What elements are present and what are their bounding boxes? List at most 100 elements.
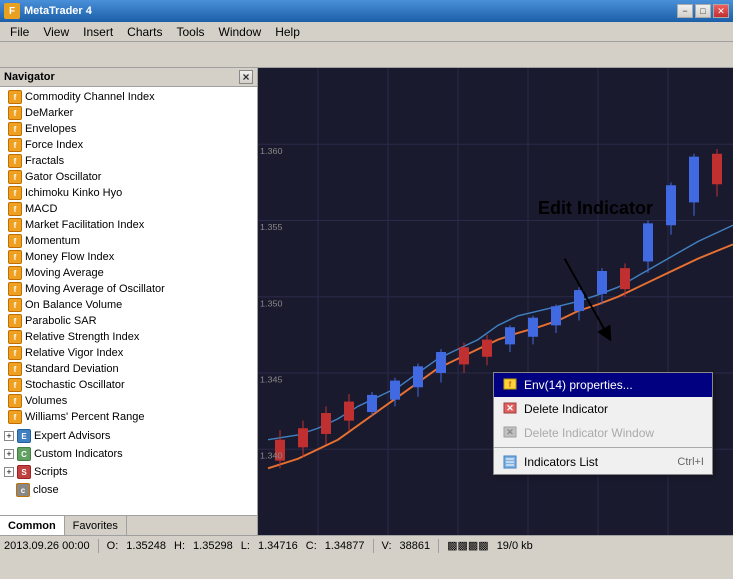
custom-icon: C (17, 447, 31, 461)
list-item[interactable]: f On Balance Volume (0, 297, 257, 313)
list-item[interactable]: f Momentum (0, 233, 257, 249)
indicators-list-label: Indicators List (524, 455, 598, 469)
properties-label: Env(14) properties... (524, 378, 633, 392)
status-volume-label: V: (382, 540, 392, 552)
list-item[interactable]: f Stochastic Oscillator (0, 377, 257, 393)
list-item[interactable]: f DeMarker (0, 105, 257, 121)
indicator-label: Ichimoku Kinko Hyo (25, 187, 122, 199)
menu-charts[interactable]: Charts (121, 24, 168, 40)
expand-icon: + (4, 431, 14, 441)
indicator-label: MACD (25, 203, 57, 215)
menu-file[interactable]: File (4, 24, 35, 40)
indicator-label: Relative Strength Index (25, 331, 139, 343)
indicator-label: Volumes (25, 395, 67, 407)
status-divider (98, 539, 99, 553)
status-date: 2013.09.26 00:00 (4, 540, 90, 552)
indicator-label: Commodity Channel Index (25, 91, 155, 103)
list-item[interactable]: f Market Facilitation Index (0, 217, 257, 233)
list-item[interactable]: f Force Index (0, 137, 257, 153)
custom-indicators-label: Custom Indicators (34, 448, 123, 460)
indicator-label: Envelopes (25, 123, 76, 135)
indicator-icon: f (8, 218, 22, 232)
title-bar-controls: − □ ✕ (677, 4, 729, 18)
menu-help[interactable]: Help (269, 24, 306, 40)
svg-text:1.355: 1.355 (260, 222, 283, 232)
svg-text:1.360: 1.360 (260, 146, 283, 156)
indicator-icon: f (8, 298, 22, 312)
list-item[interactable]: f Moving Average of Oscillator (0, 281, 257, 297)
minimize-button[interactable]: − (677, 4, 693, 18)
indicator-icon: f (8, 346, 22, 360)
chart-area[interactable]: 1.360 1.355 1.350 1.345 1.340 Edit Indic… (258, 68, 733, 535)
svg-text:✕: ✕ (506, 427, 514, 437)
indicator-label: Williams' Percent Range (25, 411, 144, 423)
close-section[interactable]: c close (0, 481, 257, 499)
list-item[interactable]: f Relative Strength Index (0, 329, 257, 345)
properties-icon: f (502, 377, 518, 393)
list-item[interactable]: f Ichimoku Kinko Hyo (0, 185, 257, 201)
expand-icon: + (4, 449, 14, 459)
list-item[interactable]: f Gator Oscillator (0, 169, 257, 185)
tab-favorites[interactable]: Favorites (65, 516, 127, 535)
close-icon: c (16, 483, 30, 497)
indicator-icon: f (8, 186, 22, 200)
indicators-list-icon (502, 454, 518, 470)
list-item[interactable]: f Fractals (0, 153, 257, 169)
maximize-button[interactable]: □ (695, 4, 711, 18)
context-menu-delete-indicator[interactable]: ✕ Delete Indicator (494, 397, 712, 421)
navigator-close-button[interactable]: × (239, 70, 253, 84)
svg-text:✕: ✕ (506, 403, 514, 413)
navigator-content[interactable]: f Commodity Channel Index f DeMarker f E… (0, 87, 257, 515)
indicator-label: Fractals (25, 155, 64, 167)
expert-advisors-section[interactable]: + E Expert Advisors (0, 427, 257, 445)
menu-view[interactable]: View (37, 24, 75, 40)
context-menu-separator (494, 447, 712, 448)
indicator-icon: f (8, 170, 22, 184)
status-high-val: 1.35298 (193, 540, 233, 552)
list-item[interactable]: f Relative Vigor Index (0, 345, 257, 361)
list-item[interactable]: f Money Flow Index (0, 249, 257, 265)
indicator-label: On Balance Volume (25, 299, 122, 311)
indicator-icon: f (8, 330, 22, 344)
indicator-icon: f (8, 314, 22, 328)
menu-window[interactable]: Window (213, 24, 268, 40)
list-item[interactable]: f Moving Average (0, 265, 257, 281)
status-high-label: H: (174, 540, 185, 552)
expand-icon: + (4, 467, 14, 477)
main-layout: Navigator × f Commodity Channel Index f … (0, 68, 733, 535)
status-volume-val: 38861 (400, 540, 431, 552)
menu-tools[interactable]: Tools (171, 24, 211, 40)
list-item[interactable]: f MACD (0, 201, 257, 217)
title-bar: F MetaTrader 4 − □ ✕ (0, 0, 733, 22)
status-bar: 2013.09.26 00:00 O: 1.35248 H: 1.35298 L… (0, 535, 733, 555)
menu-insert[interactable]: Insert (77, 24, 119, 40)
app-icon: F (4, 3, 20, 19)
list-item[interactable]: f Volumes (0, 393, 257, 409)
list-item[interactable]: f Standard Deviation (0, 361, 257, 377)
list-item[interactable]: f Commodity Channel Index (0, 89, 257, 105)
indicator-icon: f (8, 234, 22, 248)
close-button[interactable]: ✕ (713, 4, 729, 18)
scripts-label: Scripts (34, 466, 68, 478)
close-label: close (33, 484, 59, 496)
indicator-icon: f (8, 266, 22, 280)
list-item[interactable]: f Williams' Percent Range (0, 409, 257, 425)
indicator-label: Momentum (25, 235, 80, 247)
status-close-val: 1.34877 (325, 540, 365, 552)
indicator-label: Gator Oscillator (25, 171, 101, 183)
list-item[interactable]: f Parabolic SAR (0, 313, 257, 329)
context-menu: f Env(14) properties... ✕ Delete Indicat… (493, 372, 713, 475)
indicator-icon: f (8, 282, 22, 296)
tab-common[interactable]: Common (0, 516, 65, 535)
custom-indicators-section[interactable]: + C Custom Indicators (0, 445, 257, 463)
status-divider3 (438, 539, 439, 553)
tab-bar: Common Favorites (0, 515, 257, 535)
title-bar-text: MetaTrader 4 (24, 5, 92, 17)
svg-text:1.350: 1.350 (260, 298, 283, 308)
context-menu-indicators-list[interactable]: Indicators List Ctrl+I (494, 450, 712, 474)
indicator-icon: f (8, 394, 22, 408)
scripts-section[interactable]: + S Scripts (0, 463, 257, 481)
indicator-label: Standard Deviation (25, 363, 119, 375)
context-menu-properties[interactable]: f Env(14) properties... (494, 373, 712, 397)
list-item[interactable]: f Envelopes (0, 121, 257, 137)
